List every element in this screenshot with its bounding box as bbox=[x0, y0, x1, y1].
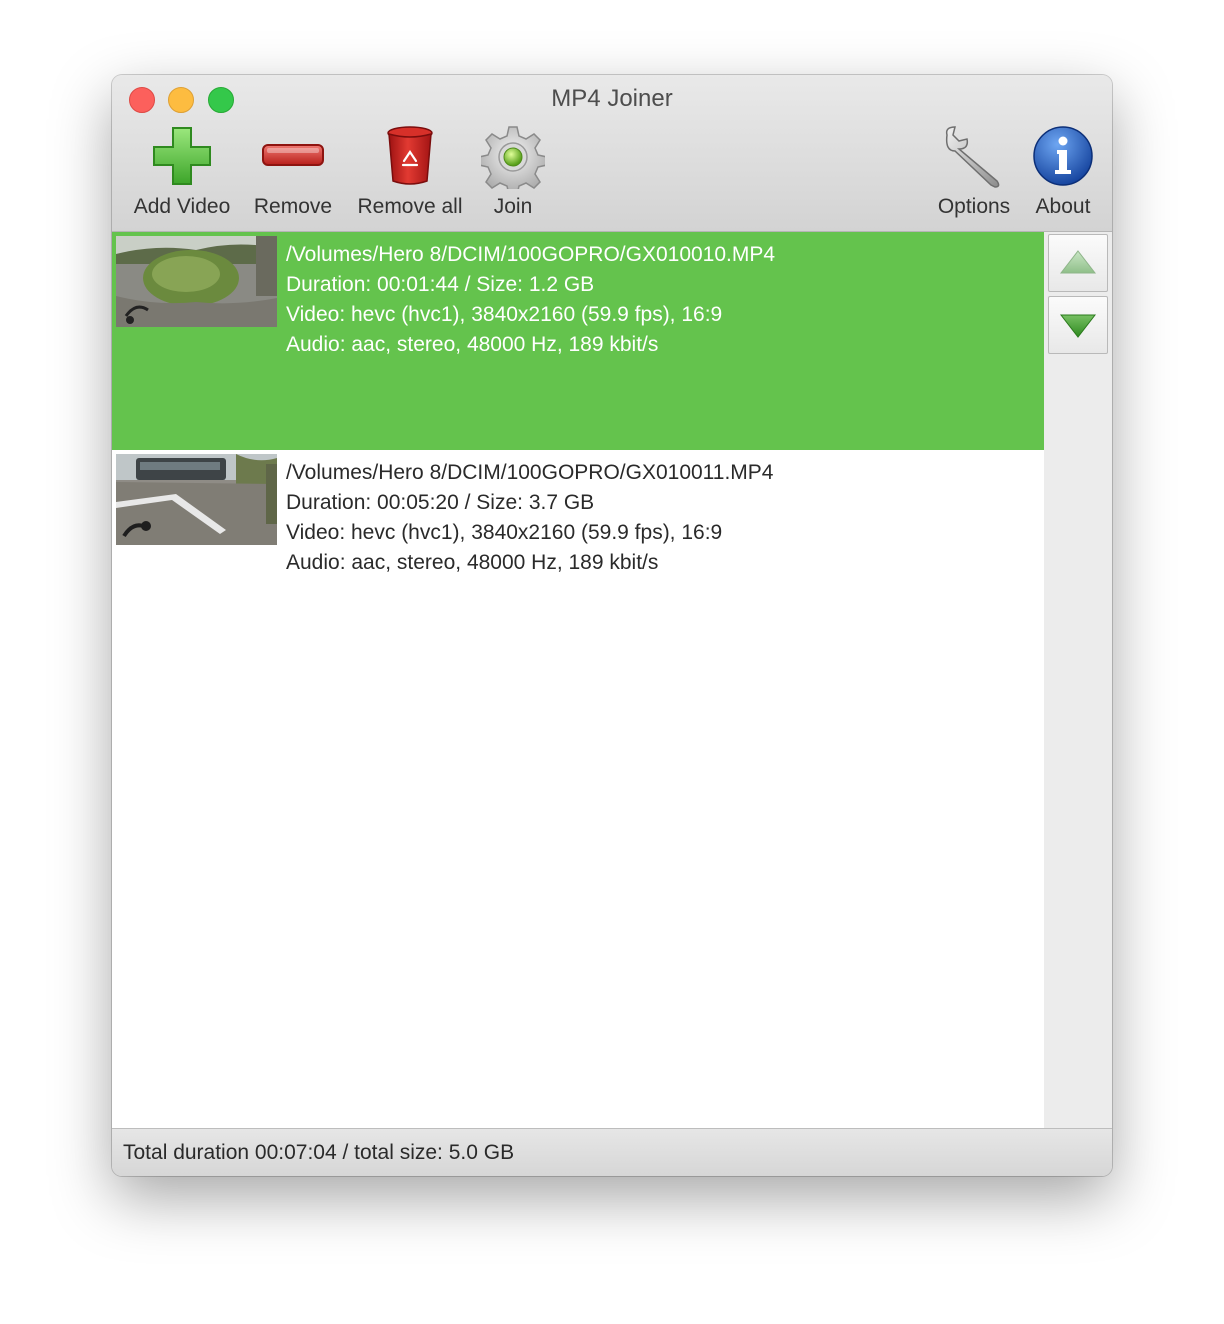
file-path: /Volumes/Hero 8/DCIM/100GOPRO/GX010011.M… bbox=[286, 461, 774, 484]
file-info: /Volumes/Hero 8/DCIM/100GOPRO/GX010011.M… bbox=[286, 458, 774, 578]
video-thumbnail bbox=[116, 454, 277, 545]
file-info: /Volumes/Hero 8/DCIM/100GOPRO/GX010010.M… bbox=[286, 240, 775, 360]
video-thumbnail bbox=[116, 236, 277, 327]
remove-all-label: Remove all bbox=[357, 195, 463, 218]
remove-all-button[interactable]: Remove all bbox=[357, 125, 463, 225]
file-path: /Volumes/Hero 8/DCIM/100GOPRO/GX010010.M… bbox=[286, 243, 776, 266]
trash-icon bbox=[387, 126, 433, 185]
move-up-button[interactable] bbox=[1048, 234, 1108, 292]
file-duration-size: Duration: 00:01:44 / Size: 1.2 GB bbox=[286, 273, 595, 296]
file-audio-info: Audio: aac, stereo, 48000 Hz, 189 kbit/s bbox=[286, 551, 659, 574]
file-audio-info: Audio: aac, stereo, 48000 Hz, 189 kbit/s bbox=[286, 333, 659, 356]
window-title: MP4 Joiner bbox=[551, 85, 673, 112]
add-video-label: Add Video bbox=[133, 195, 231, 218]
join-button[interactable]: Join bbox=[478, 125, 548, 225]
list-item[interactable]: /Volumes/Hero 8/DCIM/100GOPRO/GX010010.M… bbox=[112, 232, 1044, 450]
info-icon bbox=[1033, 126, 1093, 186]
total-summary: Total duration 00:07:04 / total size: 5.… bbox=[123, 1141, 515, 1164]
list-item[interactable]: /Volumes/Hero 8/DCIM/100GOPRO/GX010011.M… bbox=[112, 450, 1044, 668]
move-down-button[interactable] bbox=[1048, 296, 1108, 354]
remove-button[interactable]: Remove bbox=[254, 125, 332, 225]
about-button[interactable]: About bbox=[1028, 125, 1098, 225]
file-video-info: Video: hevc (hvc1), 3840x2160 (59.9 fps)… bbox=[286, 521, 723, 544]
file-duration-size: Duration: 00:05:20 / Size: 3.7 GB bbox=[286, 491, 595, 514]
arrow-down-icon bbox=[1059, 314, 1097, 338]
minus-icon bbox=[262, 144, 324, 166]
arrow-up-icon bbox=[1059, 250, 1097, 274]
wrench-icon bbox=[945, 126, 1000, 188]
file-list[interactable]: /Volumes/Hero 8/DCIM/100GOPRO/GX010010.M… bbox=[112, 232, 1044, 1128]
remove-label: Remove bbox=[253, 195, 333, 218]
options-button[interactable]: Options bbox=[936, 125, 1012, 225]
file-video-info: Video: hevc (hvc1), 3840x2160 (59.9 fps)… bbox=[286, 303, 723, 326]
plus-icon bbox=[153, 127, 211, 185]
app-window: MP4 Joiner Add Video Remove Remove all J… bbox=[112, 75, 1112, 1176]
titlebar: MP4 Joiner Add Video Remove Remove all J… bbox=[112, 75, 1112, 232]
add-video-button[interactable]: Add Video bbox=[134, 125, 230, 225]
status-bar: Total duration 00:07:04 / total size: 5.… bbox=[112, 1128, 1112, 1176]
join-label: Join bbox=[493, 195, 533, 218]
reorder-panel bbox=[1044, 232, 1112, 1128]
about-label: About bbox=[1035, 195, 1091, 218]
gear-icon bbox=[481, 126, 545, 189]
